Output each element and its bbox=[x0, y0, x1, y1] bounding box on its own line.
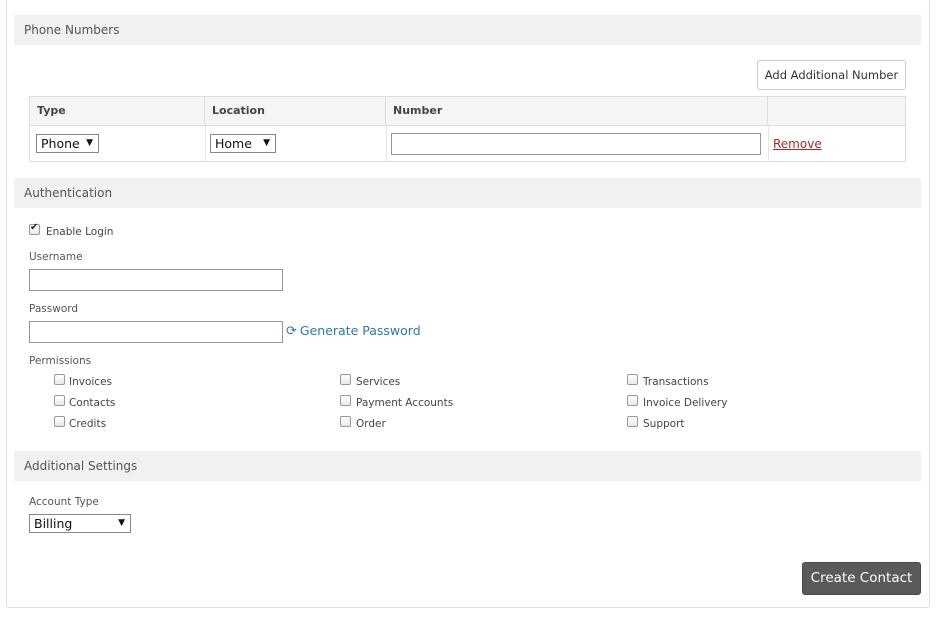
permission-payment-accounts-checkbox[interactable] bbox=[340, 395, 351, 406]
permission-support-checkbox[interactable] bbox=[627, 416, 638, 427]
permission-order-label: Order bbox=[356, 418, 386, 430]
username-label: Username bbox=[29, 251, 83, 263]
account-type-value: Billing bbox=[34, 516, 73, 531]
remove-number-link[interactable]: Remove bbox=[773, 137, 822, 151]
account-type-select[interactable]: Billing ▼ bbox=[29, 514, 131, 533]
phone-location-value: Home bbox=[215, 136, 252, 151]
permissions-label: Permissions bbox=[29, 355, 92, 367]
permission-invoices-label: Invoices bbox=[69, 376, 113, 388]
generate-password-label: Generate Password bbox=[299, 323, 421, 338]
permission-credits-label: Credits bbox=[69, 418, 107, 430]
column-header-type: Type bbox=[30, 97, 205, 126]
additional-settings-header: Additional Settings bbox=[14, 451, 921, 481]
permission-payment-accounts-label: Payment Accounts bbox=[356, 397, 454, 409]
permission-credits-checkbox[interactable] bbox=[54, 416, 65, 427]
table-divider bbox=[205, 126, 206, 161]
permission-invoice-delivery-checkbox[interactable] bbox=[627, 395, 638, 406]
enable-login-label: Enable Login bbox=[46, 226, 114, 238]
table-divider bbox=[768, 126, 769, 161]
table-divider bbox=[386, 126, 387, 161]
permission-order-checkbox[interactable] bbox=[340, 416, 351, 427]
triangle-down-icon: ▼ bbox=[263, 138, 270, 148]
authentication-header: Authentication bbox=[14, 178, 921, 208]
permission-contacts-checkbox[interactable] bbox=[54, 395, 65, 406]
permission-support-label: Support bbox=[643, 418, 685, 430]
permission-invoices-checkbox[interactable] bbox=[54, 374, 65, 385]
generate-password-link[interactable]: ⟳ Generate Password bbox=[286, 323, 421, 339]
column-header-number: Number bbox=[386, 97, 768, 126]
add-additional-number-button[interactable]: Add Additional Number bbox=[757, 60, 906, 90]
column-header-actions bbox=[768, 97, 905, 126]
phone-location-select[interactable]: Home ▼ bbox=[210, 134, 276, 153]
permission-transactions-label: Transactions bbox=[643, 376, 709, 388]
permission-services-checkbox[interactable] bbox=[340, 374, 351, 385]
permission-services-label: Services bbox=[356, 376, 401, 388]
password-input[interactable] bbox=[29, 321, 283, 343]
permission-invoice-delivery-label: Invoice Delivery bbox=[643, 397, 728, 409]
permission-transactions-checkbox[interactable] bbox=[627, 374, 638, 385]
phone-numbers-header: Phone Numbers bbox=[14, 15, 921, 45]
refresh-icon: ⟳ bbox=[286, 324, 297, 339]
contact-form-card bbox=[6, 0, 930, 608]
phone-number-input[interactable] bbox=[391, 133, 761, 155]
column-header-location: Location bbox=[205, 97, 386, 126]
triangle-down-icon: ▼ bbox=[86, 138, 93, 148]
create-contact-button[interactable]: Create Contact bbox=[802, 562, 921, 595]
triangle-down-icon: ▼ bbox=[118, 518, 125, 528]
table-header-row: Type Location Number bbox=[30, 97, 905, 126]
account-type-label: Account Type bbox=[29, 496, 99, 508]
permission-contacts-label: Contacts bbox=[69, 397, 116, 409]
password-label: Password bbox=[29, 303, 79, 315]
phone-type-value: Phone bbox=[41, 136, 80, 151]
enable-login-checkbox[interactable] bbox=[29, 222, 40, 235]
username-input[interactable] bbox=[29, 269, 283, 291]
phone-type-select[interactable]: Phone ▼ bbox=[36, 134, 99, 153]
